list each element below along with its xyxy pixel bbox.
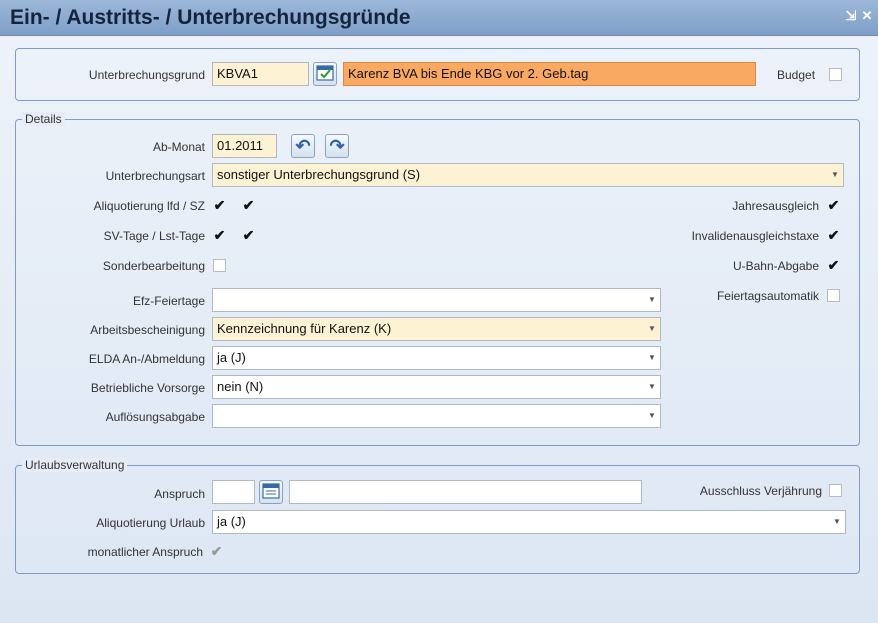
ab-monat-label: Ab-Monat (152, 140, 205, 154)
lst-tage-checkbox[interactable]: ✔ (242, 228, 255, 242)
chevron-down-icon: ▼ (648, 324, 656, 333)
aliquotierung-urlaub-value: ja (J) (217, 514, 246, 529)
arbeitsbescheinigung-label: Arbeitsbescheinigung (90, 323, 205, 337)
unterbrechungsart-value: sonstiger Unterbrechungsgrund (S) (217, 167, 421, 182)
ausschluss-verjaehrung-label: Ausschluss Verjährung (699, 484, 822, 498)
reason-label: Unterbrechungsgrund (88, 68, 205, 82)
chevron-down-icon: ▼ (648, 353, 656, 362)
monatlicher-anspruch-label: monatlicher Anspruch (87, 545, 203, 559)
jahresausgleich-checkbox[interactable]: ✔ (827, 198, 840, 212)
aufloesungsabgabe-label: Auflösungsabgabe (105, 410, 205, 424)
aliquotierung-label: Aliquotierung lfd / SZ (93, 199, 205, 213)
unterbrechungsart-select[interactable]: sonstiger Unterbrechungsgrund (S) ▼ (212, 163, 844, 187)
redo-icon: ↷ (329, 136, 345, 156)
close-icon[interactable]: ✕ (860, 9, 874, 23)
urlaub-legend: Urlaubsverwaltung (22, 458, 128, 472)
details-legend: Details (22, 112, 65, 126)
vorsorge-value: nein (N) (217, 379, 264, 394)
undo-icon: ↶ (295, 136, 311, 156)
elda-select[interactable]: ja (J) ▼ (212, 346, 661, 370)
monatlicher-anspruch-checkbox[interactable]: ✔ (210, 544, 223, 558)
chevron-down-icon: ▼ (648, 382, 656, 391)
elda-value: ja (J) (217, 350, 246, 365)
sv-tage-checkbox[interactable]: ✔ (213, 228, 226, 242)
anspruch-label: Anspruch (154, 487, 205, 501)
aliquotierung-urlaub-label: Aliquotierung Urlaub (96, 516, 205, 530)
anspruch-text-field[interactable] (289, 480, 642, 504)
u-bahn-abgabe-checkbox[interactable]: ✔ (827, 258, 840, 272)
redo-button[interactable]: ↷ (325, 134, 349, 158)
sonderbearbeitung-checkbox[interactable] (213, 259, 226, 272)
ausschluss-verjaehrung-checkbox[interactable] (829, 484, 842, 497)
efz-feiertage-select[interactable]: ▼ (212, 288, 661, 312)
feiertagsautomatik-checkbox[interactable] (827, 289, 840, 302)
unterbrechungsart-label: Unterbrechungsart (105, 169, 205, 183)
calendar-check-button[interactable] (313, 62, 337, 86)
chevron-down-icon: ▼ (833, 517, 841, 526)
vorsorge-label: Betriebliche Vorsorge (90, 381, 205, 395)
u-bahn-abgabe-label: U-Bahn-Abgabe (732, 259, 819, 273)
sv-tage-label: SV-Tage / Lst-Tage (103, 229, 205, 243)
arbeitsbescheinigung-select[interactable]: Kennzeichnung für Karenz (K) ▼ (212, 317, 661, 341)
anspruch-input[interactable] (212, 480, 255, 504)
invalidenausgleichstaxe-label: Invalidenausgleichstaxe (691, 229, 819, 243)
minimize-icon[interactable]: ⇲ (844, 9, 858, 23)
elda-label: ELDA An-/Abmeldung (88, 352, 205, 366)
vorsorge-select[interactable]: nein (N) ▼ (212, 375, 661, 399)
arbeitsbescheinigung-value: Kennzeichnung für Karenz (K) (217, 321, 392, 336)
aliquotierung-urlaub-select[interactable]: ja (J) ▼ (212, 510, 846, 534)
aufloesungsabgabe-select[interactable]: ▼ (212, 404, 661, 428)
reason-text-field[interactable]: Karenz BVA bis Ende KBG vor 2. Geb.tag (343, 62, 756, 86)
calendar-icon (262, 483, 280, 499)
chevron-down-icon: ▼ (648, 411, 656, 420)
reason-panel: Unterbrechungsgrund KBVA1 Karenz BVA bis… (15, 48, 860, 101)
urlaub-panel: Urlaubsverwaltung Anspruch Ausschluss Ve… (15, 458, 860, 574)
jahresausgleich-label: Jahresausgleich (732, 199, 819, 213)
efz-feiertage-label: Efz-Feiertage (132, 294, 205, 308)
undo-button[interactable]: ↶ (291, 134, 315, 158)
sonderbearbeitung-label: Sonderbearbeitung (102, 259, 205, 273)
window-title: Ein- / Austritts- / Unterbrechungsgründe (10, 6, 411, 29)
calendar-check-icon (316, 65, 334, 81)
calendar-button[interactable] (259, 480, 283, 504)
chevron-down-icon: ▼ (831, 170, 839, 179)
title-bar: Ein- / Austritts- / Unterbrechungsgründe… (0, 0, 878, 36)
chevron-down-icon: ▼ (648, 295, 656, 304)
reason-code-input[interactable]: KBVA1 (212, 62, 309, 86)
feiertagsautomatik-label: Feiertagsautomatik (716, 289, 819, 303)
invalidenausgleichstaxe-checkbox[interactable]: ✔ (827, 228, 840, 242)
details-panel: Details Ab-Monat 01.2011 ↶ ↷ Unterbrechu… (15, 112, 860, 446)
budget-checkbox[interactable] (829, 68, 842, 81)
aliquotierung-lfd-checkbox[interactable]: ✔ (213, 198, 226, 212)
ab-monat-input[interactable]: 01.2011 (212, 134, 277, 158)
aliquotierung-sz-checkbox[interactable]: ✔ (242, 198, 255, 212)
budget-label: Budget (777, 68, 816, 82)
